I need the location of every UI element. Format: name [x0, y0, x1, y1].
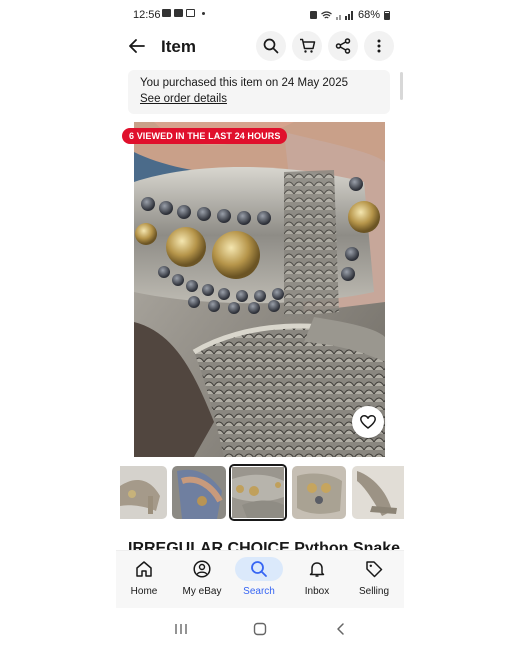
- search-icon: [263, 38, 279, 54]
- nav-my-ebay-icon-wrap: [178, 557, 226, 581]
- gallery-notification-icon: [162, 9, 171, 17]
- recent-apps-button[interactable]: [171, 619, 191, 639]
- thumbnail[interactable]: [120, 466, 167, 519]
- youtube-notification-icon: [174, 9, 183, 17]
- notification-icons: [162, 9, 205, 17]
- status-time: 12:56: [133, 9, 161, 21]
- purchase-notice-text: You purchased this item on 24 May 2025: [140, 77, 348, 89]
- nav-inbox-label: Inbox: [304, 586, 330, 597]
- search-icon: [251, 561, 267, 577]
- thumbnail[interactable]: [292, 466, 346, 519]
- nav-search[interactable]: Search: [231, 557, 287, 605]
- back-arrow-icon: [129, 39, 145, 53]
- thumbnail[interactable]: [172, 466, 226, 519]
- nav-home-icon-wrap: [120, 557, 168, 581]
- bell-icon: [309, 562, 325, 577]
- alarm-icon: [309, 11, 317, 19]
- home-icon: [136, 561, 152, 577]
- app-screen: 12:56 68% Item You purchased this item o…: [116, 0, 404, 650]
- product-photo-snake-sandal: [134, 122, 385, 457]
- app-header: Item: [116, 30, 404, 62]
- nav-search-icon-wrap: [235, 557, 283, 581]
- more-notifications-icon: [202, 11, 205, 15]
- back-button[interactable]: [126, 35, 148, 57]
- nav-selling-icon-wrap: [350, 557, 398, 581]
- nav-home-label: Home: [130, 586, 158, 597]
- see-order-details-link[interactable]: See order details: [140, 93, 227, 105]
- thumbnail[interactable]: [352, 466, 404, 519]
- wifi-icon: [321, 10, 332, 18]
- more-options-button[interactable]: [364, 31, 394, 61]
- back-chevron-icon: [337, 623, 344, 635]
- user-icon: [193, 560, 211, 578]
- watchlist-button[interactable]: [352, 406, 384, 438]
- tag-icon: [366, 561, 383, 578]
- bottom-navigation: Home My eBay Search Inbox Selling: [116, 550, 404, 608]
- nav-my-ebay[interactable]: My eBay: [174, 557, 230, 605]
- thumbnail-selected[interactable]: [229, 464, 287, 521]
- battery-percent: 68%: [357, 9, 380, 21]
- back-system-button[interactable]: [331, 619, 351, 639]
- system-navigation-bar: [116, 608, 404, 650]
- main-product-image[interactable]: [134, 122, 385, 457]
- misc-notification-icon: [186, 9, 195, 17]
- nav-selling-label: Selling: [358, 586, 390, 597]
- nav-inbox-icon-wrap: [293, 557, 341, 581]
- nav-inbox[interactable]: Inbox: [289, 557, 345, 605]
- nav-my-ebay-label: My eBay: [182, 586, 222, 597]
- search-button[interactable]: [256, 31, 286, 61]
- cart-button[interactable]: [292, 31, 322, 61]
- share-icon: [335, 38, 351, 54]
- battery-icon: [384, 10, 390, 20]
- nav-search-label: Search: [243, 586, 275, 597]
- cart-icon: [299, 38, 315, 53]
- more-vert-icon: [377, 39, 381, 53]
- signal-icon: [335, 10, 353, 20]
- thumbnail-strip: [116, 464, 404, 522]
- viewed-count-badge: 6 VIEWED IN THE LAST 24 HOURS: [122, 128, 288, 144]
- nav-selling[interactable]: Selling: [346, 557, 402, 605]
- status-bar: 12:56 68%: [116, 0, 404, 30]
- page-title: Item: [161, 37, 196, 56]
- recent-apps-icon: [175, 624, 187, 634]
- system-status: 68%: [309, 9, 390, 21]
- share-button[interactable]: [328, 31, 358, 61]
- home-square-icon: [253, 622, 267, 636]
- home-system-button[interactable]: [250, 619, 270, 639]
- heart-icon: [360, 415, 376, 429]
- scroll-indicator: [400, 72, 403, 100]
- nav-home[interactable]: Home: [116, 557, 172, 605]
- purchase-notice: You purchased this item on 24 May 2025 S…: [128, 70, 390, 114]
